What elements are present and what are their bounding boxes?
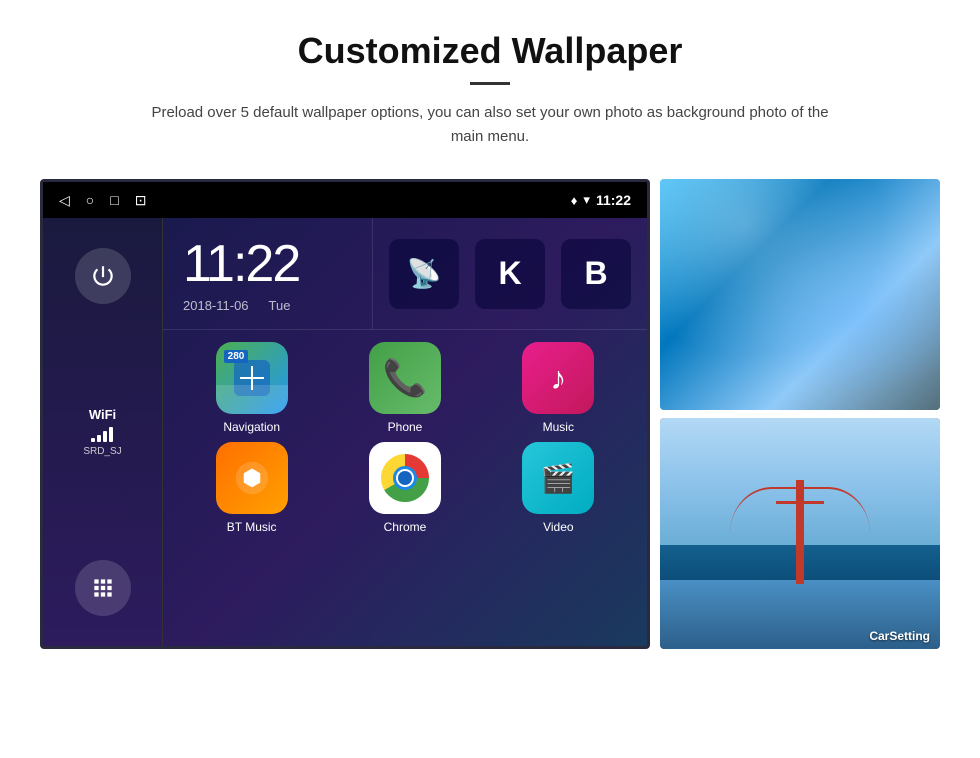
clock-day-value: Tue <box>269 298 291 313</box>
app-bt-music[interactable]: ⬢ BT Music <box>179 442 324 534</box>
music-note-symbol: ♪ <box>550 360 566 397</box>
left-sidebar: WiFi SRD_SJ <box>43 218 163 646</box>
bridge-scene <box>660 418 940 649</box>
bt-music-label: BT Music <box>227 520 277 534</box>
status-bar: ◁ ○ □ ⊡ ♦ ▾ 11:22 <box>43 182 647 218</box>
wifi-symbol-icon: 📡 <box>407 257 442 290</box>
chrome-icon <box>369 442 441 514</box>
bridge-cable-right <box>786 487 870 579</box>
music-label: Music <box>543 420 574 434</box>
app-video[interactable]: 🎬 Video <box>486 442 631 534</box>
chrome-svg <box>377 450 433 506</box>
status-time: 11:22 <box>596 192 631 208</box>
app-phone[interactable]: 📞 Phone <box>332 342 477 434</box>
b-widget[interactable]: B <box>561 239 631 309</box>
video-clap-symbol: 🎬 <box>541 462 576 495</box>
phone-label: Phone <box>388 420 423 434</box>
power-icon <box>90 263 116 289</box>
widget-icons: 📡 K B <box>373 218 647 329</box>
video-label: Video <box>543 520 573 534</box>
wifi-label: WiFi <box>83 407 121 422</box>
nav-badge: 280 <box>224 350 249 363</box>
clock-date-value: 2018-11-06 <box>183 298 249 313</box>
wifi-widget[interactable]: 📡 <box>389 239 459 309</box>
clock-time: 11:22 <box>183 234 352 294</box>
clock-section: 11:22 2018-11-06 Tue <box>163 218 373 329</box>
nav-road <box>216 385 288 414</box>
app-navigation[interactable]: 280 Navigation <box>179 342 324 434</box>
apps-button[interactable] <box>75 560 131 616</box>
bluetooth-icon: ⬢ <box>234 460 270 496</box>
recents-icon[interactable]: □ <box>110 192 118 208</box>
phone-symbol: 📞 <box>383 357 428 399</box>
page-header: Customized Wallpaper Preload over 5 defa… <box>0 0 980 169</box>
k-widget[interactable]: K <box>475 239 545 309</box>
power-button[interactable] <box>75 248 131 304</box>
app-chrome[interactable]: Chrome <box>332 442 477 534</box>
bt-music-icon: ⬢ <box>216 442 288 514</box>
wifi-icon: ▾ <box>583 192 590 208</box>
ice-texture <box>660 179 940 410</box>
home-screen: WiFi SRD_SJ <box>43 218 647 646</box>
back-icon[interactable]: ◁ <box>59 192 70 209</box>
k-label: K <box>498 255 521 292</box>
device-frame: ◁ ○ □ ⊡ ♦ ▾ 11:22 WiFi <box>40 179 650 649</box>
chrome-label: Chrome <box>384 520 427 534</box>
wifi-info: WiFi SRD_SJ <box>83 407 121 457</box>
navigation-icon: 280 <box>216 342 288 414</box>
status-left: ◁ ○ □ ⊡ <box>59 192 146 209</box>
carsetting-label: CarSetting <box>869 629 930 643</box>
main-area: 11:22 2018-11-06 Tue 📡 K <box>163 218 647 646</box>
app-music[interactable]: ♪ Music <box>486 342 631 434</box>
home-icon[interactable]: ○ <box>86 192 94 208</box>
clock-widget: 11:22 2018-11-06 Tue 📡 K <box>163 218 647 330</box>
page-description: Preload over 5 default wallpaper options… <box>140 101 840 149</box>
main-content: ◁ ○ □ ⊡ ♦ ▾ 11:22 WiFi <box>0 169 980 659</box>
right-panel: CarSetting <box>660 179 940 649</box>
b-label: B <box>584 255 607 292</box>
wifi-ssid: SRD_SJ <box>83 446 121 457</box>
svg-text:⬢: ⬢ <box>242 465 261 490</box>
clock-date: 2018-11-06 Tue <box>183 298 352 313</box>
wallpaper-preview-bottom[interactable]: CarSetting <box>660 418 940 649</box>
music-icon: ♪ <box>522 342 594 414</box>
grid-icon <box>90 575 116 601</box>
video-icon: 🎬 <box>522 442 594 514</box>
screenshot-icon[interactable]: ⊡ <box>135 192 147 209</box>
page-title: Customized Wallpaper <box>80 30 900 72</box>
title-divider <box>470 82 510 85</box>
phone-icon: 📞 <box>369 342 441 414</box>
wallpaper-preview-top[interactable] <box>660 179 940 410</box>
app-grid: 280 Navigation 📞 <box>163 330 647 546</box>
status-right: ♦ ▾ 11:22 <box>571 192 631 208</box>
navigation-label: Navigation <box>223 420 280 434</box>
wifi-bars <box>83 426 121 442</box>
location-icon: ♦ <box>571 193 578 208</box>
